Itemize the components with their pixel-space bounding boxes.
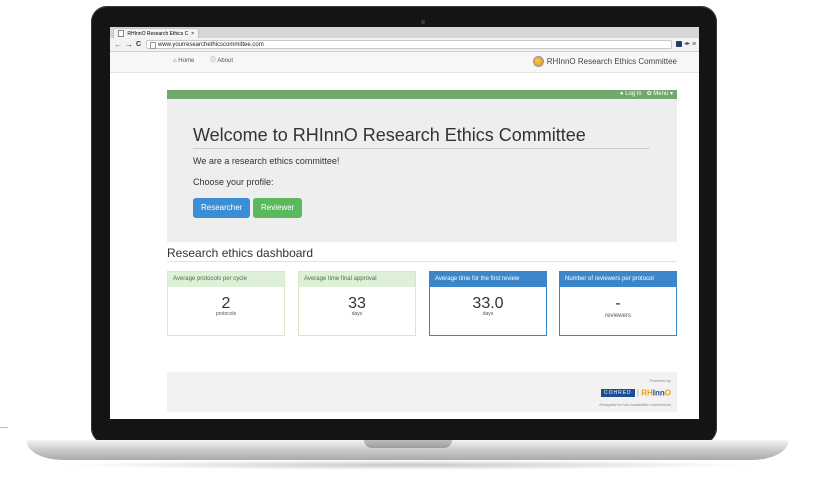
brand-logo-icon	[532, 56, 544, 68]
stat-card-unit: protocols	[215, 311, 237, 317]
stat-card-unit: days	[482, 311, 494, 317]
login-label: Log in	[625, 91, 642, 97]
laptop-notch	[364, 440, 452, 448]
stat-card-header: Number of reviewers per protocol	[560, 272, 676, 287]
page-favicon-icon	[118, 30, 124, 38]
choose-profile-text: Choose your profile:	[193, 177, 274, 187]
powered-by-text: Powered by	[649, 378, 671, 383]
tab-close-icon[interactable]: ×	[191, 29, 194, 38]
partner-logos[interactable]: COHRED | RHInnO	[600, 388, 671, 397]
browser-tab-bar: RHInnO Research Ethics C ×	[110, 27, 699, 38]
stat-card-header: Average time final approval	[299, 272, 415, 287]
menu-dropdown[interactable]: ✿ Menu ▾	[647, 91, 673, 97]
rhinno-logo-part: Inn	[652, 388, 665, 398]
caret-down-icon: ▾	[669, 91, 673, 97]
forward-arrow-icon[interactable]: →	[125, 38, 133, 51]
stat-card-protocols: Average protocols per cycle 2 protocols	[167, 271, 285, 336]
nav-about-label: About	[217, 58, 234, 64]
bookmark-icon[interactable]	[676, 41, 682, 47]
browser-toolbar: ← → C www.yourresearchethicscommittee.co…	[110, 38, 699, 52]
gear-icon: ✿	[646, 91, 652, 97]
user-bar: ● Log in ✿ Menu ▾	[167, 90, 677, 99]
brand-link[interactable]: RHInnO Research Ethics Committee	[532, 52, 677, 72]
user-icon: ●	[619, 91, 624, 97]
browser-menu-icon[interactable]: ≡	[692, 38, 696, 51]
home-icon: ⌂	[173, 58, 177, 64]
nav-home[interactable]: ⌂ Home	[173, 52, 194, 70]
webcam-icon	[421, 20, 425, 24]
laptop-shadow	[60, 460, 755, 470]
researcher-button[interactable]: Researcher	[193, 198, 251, 218]
stat-card-header: Average time for the first review	[430, 272, 546, 287]
browser-tab[interactable]: RHInnO Research Ethics C ×	[113, 28, 199, 38]
cohred-logo: COHRED	[600, 388, 635, 397]
dashboard-title: Research ethics dashboard	[167, 246, 677, 262]
reload-icon[interactable]: C	[136, 38, 141, 51]
stat-card-value: -	[615, 295, 621, 312]
stat-card-unit: days	[351, 311, 363, 317]
nav-about[interactable]: ⓘ About	[210, 52, 233, 70]
page-icon	[150, 42, 156, 49]
nav-home-label: Home	[178, 58, 195, 64]
address-url: www.yourresearchethicscommittee.com	[158, 42, 264, 48]
page-title: Welcome to RHInnO Research Ethics Commit…	[193, 125, 650, 149]
reviewer-button[interactable]: Reviewer	[253, 198, 303, 218]
intro-text: We are a research ethics committee!	[193, 156, 340, 166]
footer-tagline: Designed for low bandwidth connections	[599, 402, 671, 407]
site-navbar: ⌂ Home ⓘ About RHInnO Research Ethics Co…	[110, 52, 699, 73]
decorative-line	[0, 427, 8, 428]
welcome-jumbotron: Welcome to RHInnO Research Ethics Commit…	[167, 99, 677, 242]
menu-label: Menu	[653, 91, 669, 97]
main-content: ● Log in ✿ Menu ▾ Welcome to RHInnO Rese…	[167, 90, 677, 336]
logo-separator: |	[636, 388, 639, 397]
stat-card-reviewers: Number of reviewers per protocol - revie…	[559, 271, 677, 336]
tab-title: RHInnO Research Ethics C	[127, 31, 189, 37]
stat-card-first-review: Average time for the first review 33.0 d…	[429, 271, 547, 336]
page-footer: Powered by COHRED | RHInnO Designed for …	[167, 372, 677, 412]
brand-label: RHInnO Research Ethics Committee	[546, 57, 677, 66]
speaker-icon[interactable]: ◂▸	[684, 38, 690, 51]
info-icon: ⓘ	[210, 58, 217, 64]
laptop-screen: RHInnO Research Ethics C × ← → C www.you…	[110, 27, 699, 419]
rhinno-logo: RHInnO	[641, 388, 671, 397]
stat-card-header: Average protocols per cycle	[168, 272, 284, 287]
address-bar[interactable]: www.yourresearchethicscommittee.com	[146, 40, 672, 49]
back-arrow-icon[interactable]: ←	[114, 38, 122, 51]
rhinno-logo-part: RH	[641, 388, 653, 398]
login-link[interactable]: ● Log in	[620, 91, 642, 97]
stat-card-final-approval: Average time final approval 33 days	[298, 271, 416, 336]
rhinno-logo-part: O	[664, 388, 671, 398]
stat-card-unit: reviewers	[605, 313, 631, 319]
